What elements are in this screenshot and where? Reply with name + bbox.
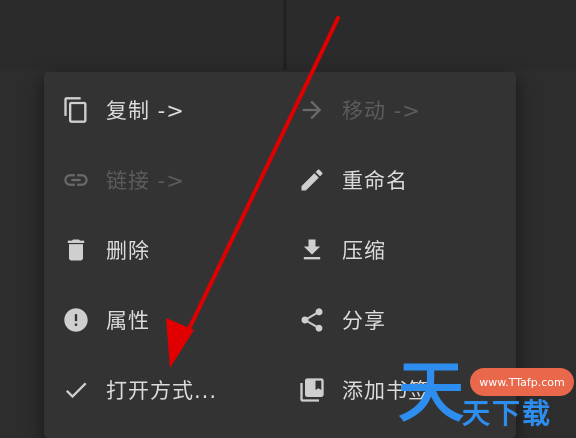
menu-item-label: 重命名 bbox=[342, 169, 408, 193]
watermark-text: 天下载 bbox=[462, 397, 553, 430]
menu-item-share[interactable]: 分享 bbox=[296, 292, 386, 348]
menu-item-label: 打开方式... bbox=[106, 379, 218, 403]
menu-item-rename[interactable]: 重命名 bbox=[296, 152, 408, 208]
menu-item-label: 分享 bbox=[342, 309, 386, 333]
menu-item-copy[interactable]: 复制 -> bbox=[60, 82, 185, 138]
share-icon bbox=[296, 304, 328, 336]
menu-item-label: 删除 bbox=[106, 239, 150, 263]
menu-item-link[interactable]: 链接 -> bbox=[60, 152, 185, 208]
copy-icon bbox=[60, 94, 92, 126]
background-panel-left bbox=[0, 0, 282, 70]
menu-item-delete[interactable]: 删除 bbox=[60, 222, 150, 278]
check-icon bbox=[60, 374, 92, 406]
background-panel-right bbox=[288, 0, 576, 70]
background-divider bbox=[283, 0, 287, 70]
menu-item-compress[interactable]: 压缩 bbox=[296, 222, 386, 278]
menu-item-label: 移动 -> bbox=[342, 99, 421, 123]
link-icon bbox=[60, 164, 92, 196]
menu-item-label: 属性 bbox=[106, 309, 150, 333]
screen: 复制 -> 链接 -> 删除 属性 打开方式... 移动 -> 重命名 压缩 分… bbox=[0, 0, 576, 438]
menu-item-open-with[interactable]: 打开方式... bbox=[60, 362, 217, 418]
pencil-icon bbox=[296, 164, 328, 196]
trash-icon bbox=[60, 234, 92, 266]
bookmark-icon bbox=[296, 374, 328, 406]
move-icon bbox=[296, 94, 328, 126]
menu-item-properties[interactable]: 属性 bbox=[60, 292, 150, 348]
watermark-url: www.TTafp.com bbox=[470, 368, 574, 396]
info-icon bbox=[60, 304, 92, 336]
watermark-logo-char: 天 bbox=[398, 354, 464, 431]
menu-item-move[interactable]: 移动 -> bbox=[296, 82, 421, 138]
menu-item-label: 压缩 bbox=[342, 239, 386, 263]
menu-item-label: 复制 -> bbox=[106, 99, 185, 123]
menu-item-label: 链接 -> bbox=[106, 169, 185, 193]
download-icon bbox=[296, 234, 328, 266]
